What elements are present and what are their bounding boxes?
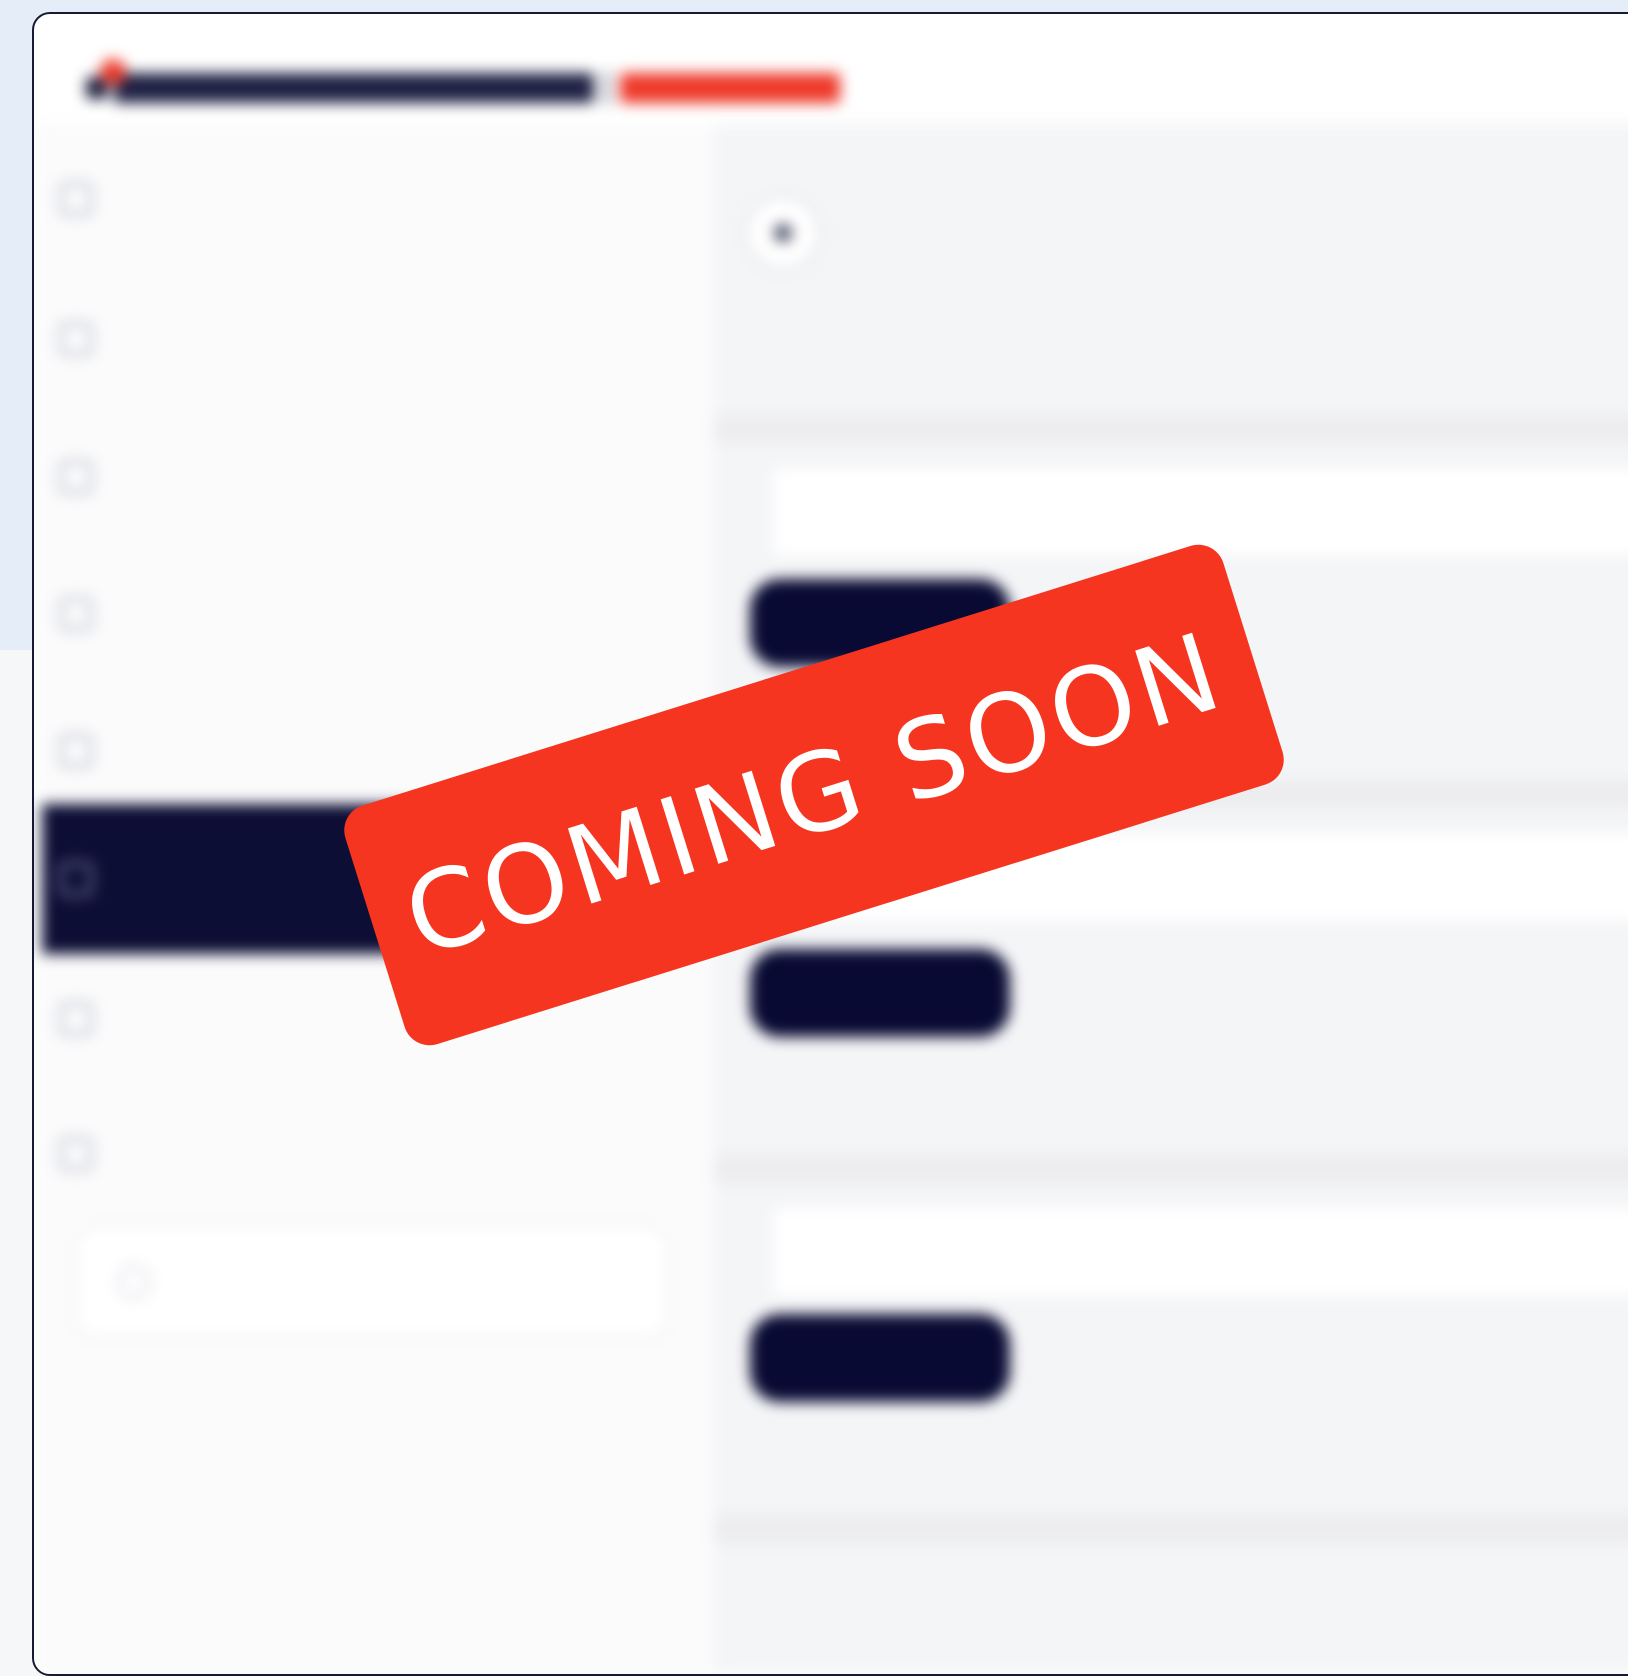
section-divider [714, 1514, 1628, 1544]
sidebar-item-1[interactable] [59, 164, 123, 216]
section-divider [714, 414, 1628, 444]
sidebar-item-6[interactable] [59, 844, 123, 896]
input-field[interactable] [774, 1204, 1628, 1300]
logo-dot [100, 59, 126, 85]
section-button[interactable] [750, 1314, 1010, 1402]
sidebar-item-5[interactable] [59, 716, 123, 768]
back-icon[interactable] [744, 194, 822, 272]
user-icon [59, 182, 93, 216]
sidebar-item-2[interactable] [59, 304, 123, 356]
info-icon [117, 1265, 151, 1299]
logo-wordmark [114, 73, 594, 103]
sidebar-item-7[interactable] [59, 984, 123, 1036]
sidebar-item-4[interactable] [59, 579, 123, 631]
help-icon [59, 1002, 93, 1036]
lock-icon [59, 862, 93, 896]
logout-icon [59, 1137, 93, 1171]
logo [86, 59, 840, 114]
logo-mark [86, 59, 126, 99]
settings-icon [59, 734, 93, 768]
sidebar-item-8[interactable] [59, 1119, 123, 1171]
section-button[interactable] [750, 949, 1010, 1037]
sidebar-info-box[interactable] [74, 1224, 670, 1340]
section-divider [714, 1154, 1628, 1184]
document-icon [59, 597, 93, 631]
logo-product-name [620, 73, 840, 103]
card-icon [59, 460, 93, 494]
main-header [744, 194, 848, 272]
logo-separator [604, 71, 610, 105]
chart-icon [59, 322, 93, 356]
sidebar-item-3[interactable] [59, 442, 123, 494]
